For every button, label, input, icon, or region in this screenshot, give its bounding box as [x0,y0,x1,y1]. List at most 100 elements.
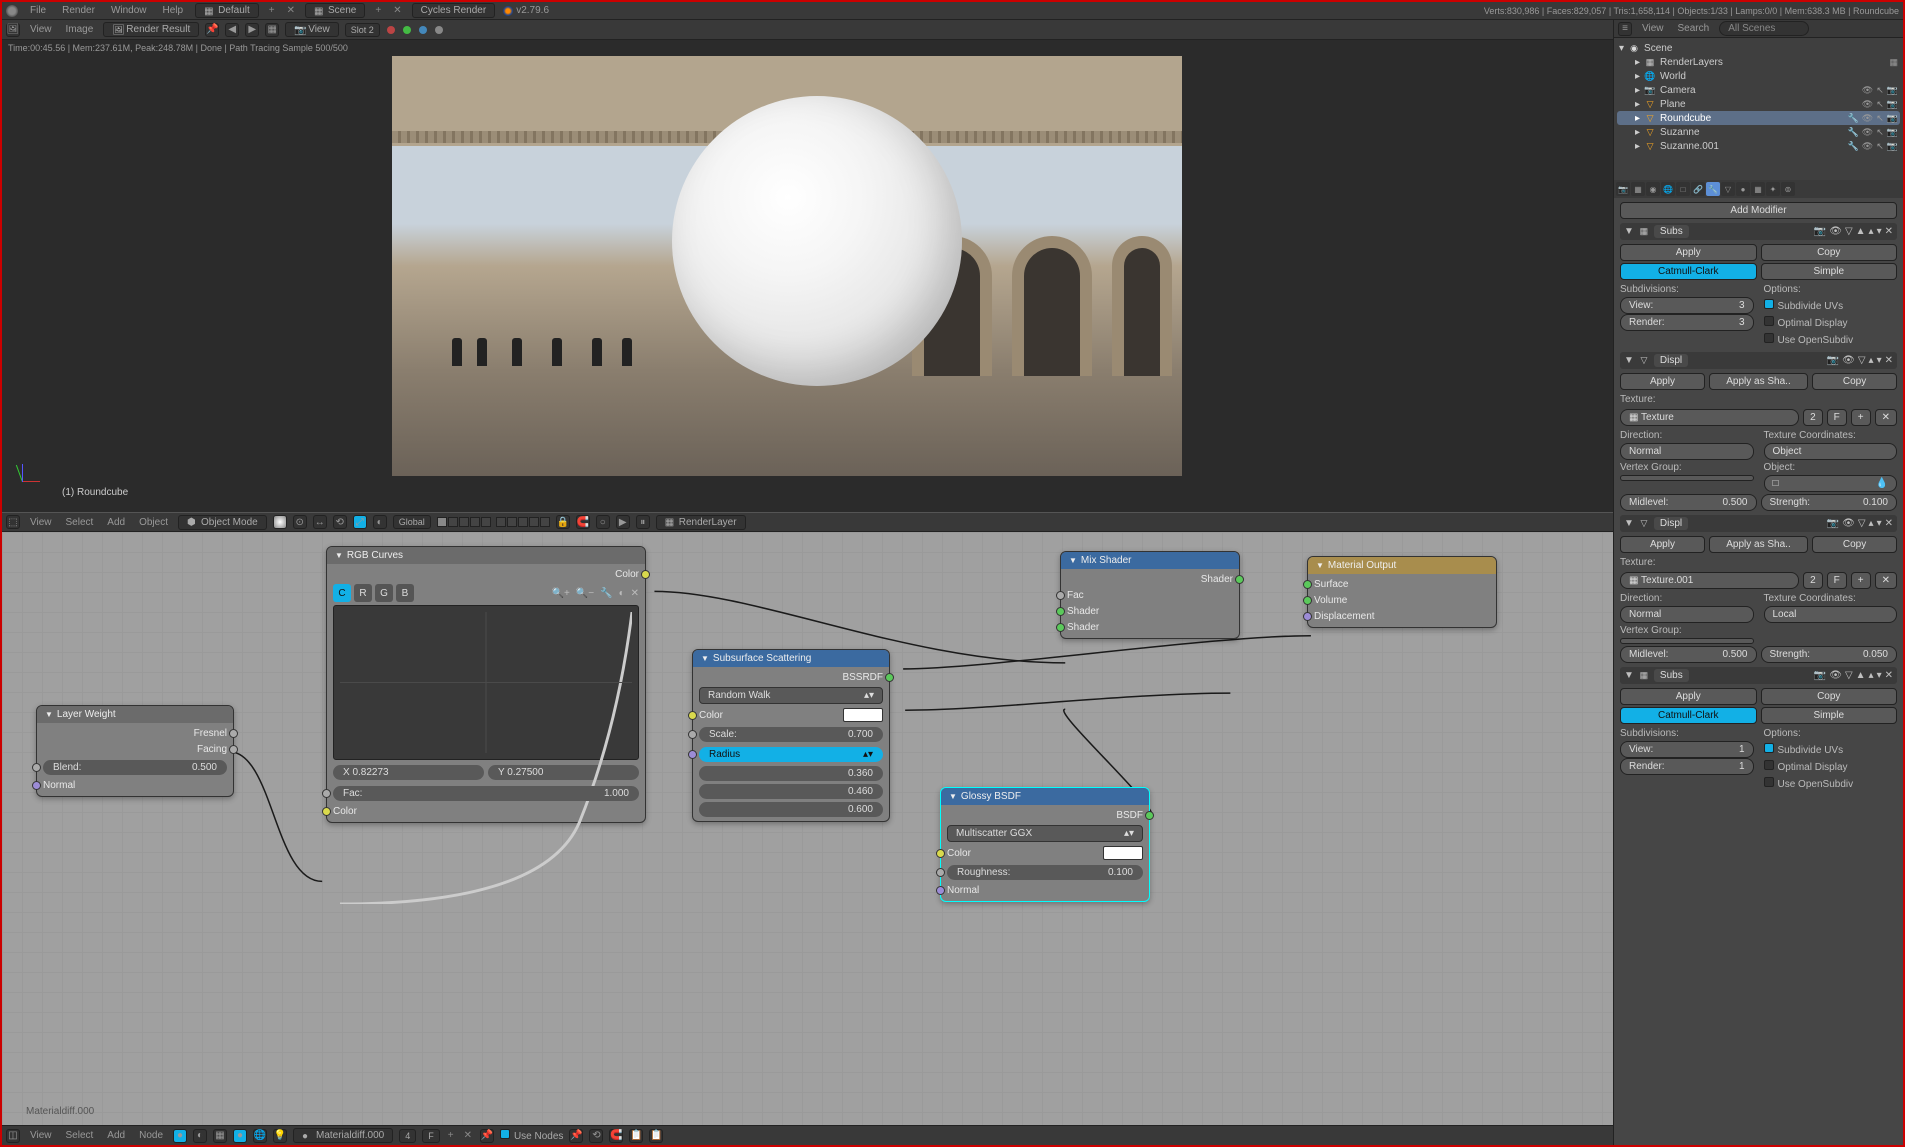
subdiv-render-field[interactable]: Render:3 [1620,314,1754,331]
editmode-toggle-icon[interactable]: ▽ [1845,226,1853,237]
copy-nodes-icon[interactable]: 📋 [629,1129,643,1143]
backdrop-icon[interactable]: 📌 [569,1129,583,1143]
editor-type-icon[interactable]: 🖼 [6,23,20,37]
tab-object-icon[interactable]: □ [1676,182,1690,196]
direction-dropdown[interactable]: Normal [1620,606,1754,623]
radius-r[interactable]: 0.360 [699,766,883,781]
apply-as-shape-button[interactable]: Apply as Sha.. [1709,536,1808,553]
curve-tab-r[interactable]: R [354,584,372,602]
opt-opensubdiv[interactable]: Use OpenSubdiv [1764,331,1898,348]
catmull-clark-button[interactable]: Catmull-Clark [1620,263,1757,280]
sss-method-dropdown[interactable]: Random Walk▴▾ [699,687,883,704]
cage-toggle-icon[interactable]: ▲ [1856,226,1866,237]
copy-button[interactable]: Copy [1812,536,1897,553]
scene-close-button[interactable]: ✕ [391,5,403,16]
object-shader-icon[interactable]: ● [233,1129,247,1143]
outliner-row-plane[interactable]: ▸▽Plane👁↖📷 [1617,97,1900,111]
channels-icon[interactable]: ▦ [265,23,279,37]
material-users[interactable]: 4 [399,1129,416,1143]
snap-icon[interactable]: 🧲 [576,515,590,529]
scene-selector[interactable]: ▦Scene [305,3,365,18]
input-roughness[interactable]: Roughness:0.100 [947,864,1143,881]
modifier-subs-header[interactable]: ▼▦Subs 📷👁▽▲▴▾✕ [1620,223,1897,240]
new-texture-button[interactable]: + [1851,572,1871,589]
subdiv-view-field[interactable]: View:1 [1620,741,1754,758]
texture-datablock[interactable]: ▦ Texture [1620,409,1799,426]
opt-optimal-display[interactable]: Optimal Display [1764,314,1898,331]
shading-icon[interactable] [273,515,287,529]
ol-menu-view[interactable]: View [1638,23,1668,34]
tab-particles-icon[interactable]: ✦ [1766,182,1780,196]
input-color[interactable]: Color [699,707,883,723]
modifier-subs2-header[interactable]: ▼▦Subs 📷👁▽▲▴▾✕ [1620,667,1897,684]
curve-tab-b[interactable]: B [396,584,414,602]
outliner-row-suzanne001[interactable]: ▸▽Suzanne.001🔧👁↖📷 [1617,139,1900,153]
subdiv-view-field[interactable]: View:3 [1620,297,1754,314]
strength-field[interactable]: Strength:0.050 [1761,646,1898,663]
transform-orientation[interactable]: Global [393,515,431,529]
opt-optimal-display[interactable]: Optimal Display [1764,758,1898,775]
render-icon[interactable]: 📷 [1887,85,1898,96]
add-modifier-dropdown[interactable]: Add Modifier [1620,202,1897,219]
compositor-tree-icon[interactable]: ◐ [193,1129,207,1143]
delete-point-icon[interactable]: ✕ [631,588,639,599]
apply-button[interactable]: Apply [1620,244,1757,261]
copy-button[interactable]: Copy [1761,688,1898,705]
texcoord-dropdown[interactable]: Object [1764,443,1898,460]
tab-modifiers-icon[interactable]: 🔧 [1706,182,1720,196]
apply-button[interactable]: Apply [1620,536,1705,553]
channel-b-icon[interactable] [419,26,427,34]
menu-window[interactable]: Window [107,5,151,16]
move-up-icon[interactable]: ▴ [1869,226,1874,237]
node-editor-region[interactable]: ▼Layer Weight Fresnel Facing Blend:0.500… [2,532,1613,1125]
arrow-right-icon[interactable]: ▶ [245,23,259,37]
zoom-out-icon[interactable]: 🔍− [576,588,594,599]
texture-datablock[interactable]: ▦ Texture.001 [1620,572,1799,589]
pin-icon[interactable]: 📌 [205,23,219,37]
copy-button[interactable]: Copy [1761,244,1898,261]
ne-menu-node[interactable]: Node [135,1130,167,1141]
outliner-scene[interactable]: ▾◉Scene [1617,41,1900,55]
tab-scene-icon[interactable]: ◉ [1646,182,1660,196]
clip-icon[interactable]: ◐ [619,588,625,599]
material-unlink-button[interactable]: ✕ [462,1130,474,1141]
ne-menu-view[interactable]: View [26,1130,56,1141]
tab-world-icon[interactable]: 🌐 [1661,182,1675,196]
fake-user-button[interactable]: F [1827,409,1847,426]
manipulator-scale-icon[interactable]: ⤢ [353,515,367,529]
menu-help[interactable]: Help [159,5,188,16]
image-editor-viewport[interactable]: (1) Roundcube [2,56,1613,512]
object-field[interactable]: □💧 [1764,475,1898,492]
curve-tab-g[interactable]: G [375,584,393,602]
tab-texture-icon[interactable]: ▦ [1751,182,1765,196]
node-rgb-curves[interactable]: ▼RGB Curves Color C R G B 🔍+ 🔍− 🔧 ◐ ✕ [326,546,646,823]
delete-modifier-icon[interactable]: ✕ [1885,226,1893,237]
zoom-in-icon[interactable]: 🔍+ [552,588,570,599]
texture-users[interactable]: 2 [1803,572,1823,589]
ie-menu-view[interactable]: View [26,24,56,35]
modifier-name[interactable]: Displ [1654,517,1688,530]
outliner-scope-dropdown[interactable]: All Scenes [1719,21,1809,36]
new-texture-button[interactable]: + [1851,409,1871,426]
fake-user-button[interactable]: F [422,1129,440,1143]
manipulator-translate-icon[interactable]: ↔ [313,515,327,529]
shader-tree-icon[interactable]: ● [173,1129,187,1143]
menu-render[interactable]: Render [58,5,99,16]
modifier-name[interactable]: Displ [1654,354,1688,367]
texcoord-dropdown[interactable]: Local [1764,606,1898,623]
copy-button[interactable]: Copy [1812,373,1897,390]
opt-subdivide-uvs[interactable]: Subdivide UVs [1764,297,1898,314]
eyedropper-icon[interactable]: 💧 [1876,478,1888,489]
manipulator-rotate-icon[interactable]: ⟲ [333,515,347,529]
menu-file[interactable]: File [26,5,50,16]
proportional-icon[interactable]: ○ [596,515,610,529]
outliner-tree[interactable]: ▾◉Scene ▸▦RenderLayers▦ ▸🌐World ▸📷Camera… [1614,38,1903,180]
scene-layers[interactable] [437,517,550,527]
node-layer-weight[interactable]: ▼Layer Weight Fresnel Facing Blend:0.500… [36,705,234,797]
tab-material-icon[interactable]: ● [1736,182,1750,196]
midlevel-field[interactable]: Midlevel:0.500 [1620,646,1757,663]
render-engine-dropdown[interactable]: Cycles Render [412,3,496,18]
apply-button[interactable]: Apply [1620,373,1705,390]
channel-a-icon[interactable] [435,26,443,34]
editor-type-node-icon[interactable]: ◫ [6,1129,20,1143]
